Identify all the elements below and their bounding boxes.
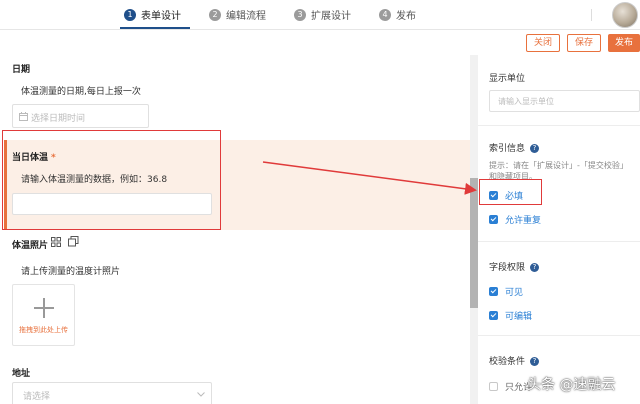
watermark: 头条 @速融云 — [527, 377, 616, 393]
annotation-arrow — [262, 161, 477, 195]
